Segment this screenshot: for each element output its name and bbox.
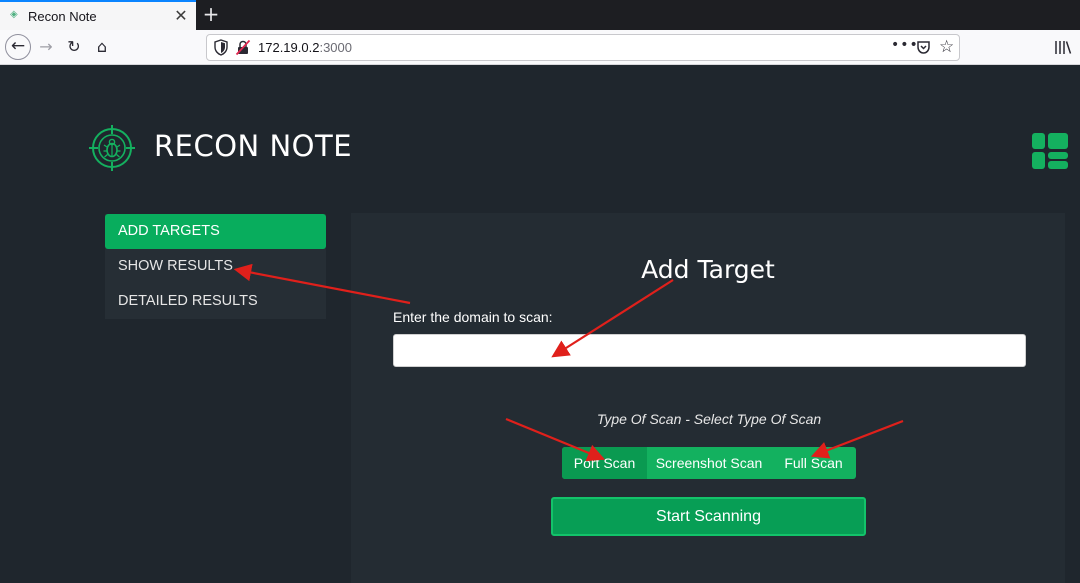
tab-close-icon[interactable]: ✕ (172, 6, 190, 26)
screenshot-scan-button[interactable]: Screenshot Scan (647, 447, 771, 479)
browser-toolbar: ← → ↻ ⌂ 172.19.0.2:3000 ••• ☆ (0, 30, 1080, 65)
full-scan-button[interactable]: Full Scan (771, 447, 856, 479)
sidebar-item-add-targets[interactable]: ADD TARGETS (105, 214, 326, 249)
reload-button[interactable]: ↻ (61, 34, 87, 60)
add-target-panel: Add Target Enter the domain to scan: Typ… (351, 213, 1065, 583)
back-button[interactable]: ← (5, 34, 31, 60)
sidebar-nav: ADD TARGETS SHOW RESULTS DETAILED RESULT… (105, 214, 326, 319)
sidebar-item-detailed-results[interactable]: DETAILED RESULTS (105, 284, 326, 319)
browser-tab[interactable]: ◈ Recon Note ✕ (0, 0, 196, 30)
app-page: RECON NOTE ADD TARGETS SHOW RESULTS DETA… (0, 65, 1080, 583)
start-scanning-button[interactable]: Start Scanning (551, 497, 866, 536)
bookmark-star-icon[interactable]: ☆ (939, 37, 954, 57)
panel-title: Add Target (641, 255, 775, 284)
sidebar-item-show-results[interactable]: SHOW RESULTS (105, 249, 326, 284)
scan-type-caption: Type Of Scan - Select Type Of Scan (596, 411, 822, 427)
scan-type-button-group: Port Scan Screenshot Scan Full Scan (562, 447, 856, 479)
page-actions-icon[interactable]: ••• (891, 37, 919, 53)
tab-title: Recon Note (28, 9, 97, 24)
shield-icon[interactable] (214, 39, 228, 56)
domain-input[interactable] (393, 334, 1026, 367)
port-scan-button[interactable]: Port Scan (562, 447, 647, 479)
bug-target-logo-icon (89, 125, 135, 171)
home-button[interactable]: ⌂ (89, 34, 115, 60)
browser-tab-bar: ◈ Recon Note ✕ + (0, 0, 1080, 30)
domain-label: Enter the domain to scan: (393, 309, 553, 325)
app-brand-title[interactable]: RECON NOTE (154, 129, 352, 163)
url-port: :3000 (319, 40, 352, 55)
url-text[interactable]: 172.19.0.2:3000 (258, 40, 352, 55)
address-bar[interactable]: 172.19.0.2:3000 ••• ☆ (206, 34, 960, 61)
favicon-icon: ◈ (10, 9, 18, 20)
dashboard-grid-icon[interactable] (1032, 133, 1068, 169)
library-icon[interactable] (1054, 40, 1072, 55)
forward-button[interactable]: → (33, 34, 59, 60)
insecure-lock-icon[interactable] (235, 39, 251, 56)
url-host: 172.19.0.2 (258, 40, 320, 55)
pocket-icon[interactable] (916, 40, 931, 55)
new-tab-button[interactable]: + (200, 2, 222, 26)
